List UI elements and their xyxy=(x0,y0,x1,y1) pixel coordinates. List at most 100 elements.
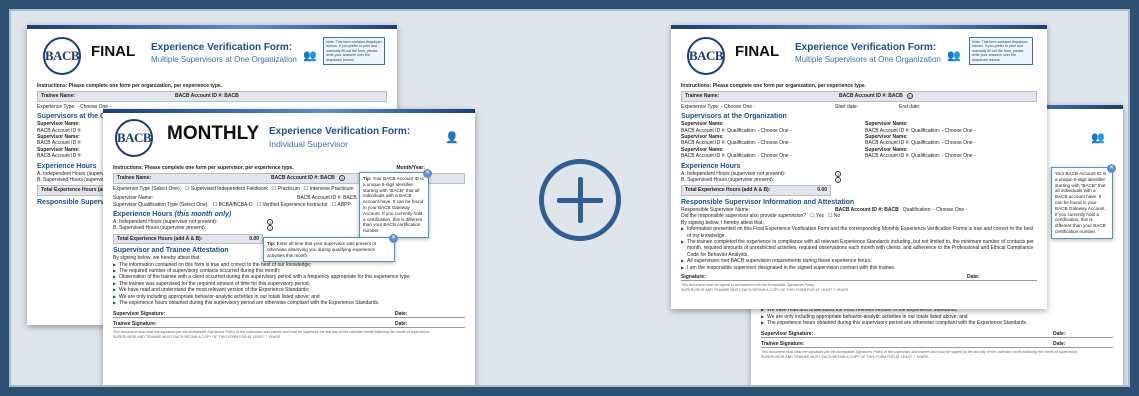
form-title: Experience Verification Form: xyxy=(795,42,937,53)
instructions-row: Instructions: Please complete one form p… xyxy=(113,165,465,171)
attest-item: I am the responsible supervisor designat… xyxy=(681,265,1037,272)
trainee-signature-row: Trainee Signature: Date: xyxy=(761,341,1113,349)
section-attest: Responsible Supervisor Information and A… xyxy=(681,198,855,206)
people-icon: 👤 xyxy=(445,132,459,144)
month-year-label: Month/Year: xyxy=(396,165,425,171)
account-id-tooltip: Your BACB Account ID is a unique 6-digit… xyxy=(1051,164,1116,239)
final-form-front: BACB FINAL Experience Verification Form:… xyxy=(671,25,1047,309)
fine-print: SUPERVISOR AND TRAINEE MUST EACH RETAIN … xyxy=(761,354,930,359)
checkbox-no[interactable]: ☐ No xyxy=(828,213,840,219)
start-date[interactable]: Start date: xyxy=(835,104,895,110)
monthly-form-front: BACB MONTHLY Experience Verification For… xyxy=(103,109,475,385)
account-id-tooltip: Tip: Your BACB Account ID is a unique 6-… xyxy=(359,169,432,238)
experience-type[interactable]: Experience Type: - Choose One - xyxy=(681,104,831,110)
header-bar xyxy=(671,25,1047,29)
bacb-logo: BACB xyxy=(43,37,81,75)
trainee-signature-label: Trainee Signature: xyxy=(113,320,157,327)
final-body: Instructions: Please complete one form p… xyxy=(681,83,1037,292)
trainee-name-label: Trainee Name: xyxy=(685,93,720,100)
attest-item: The trainee completed the experience in … xyxy=(681,239,1037,258)
qualification-select[interactable]: Qualification: - Choose One - xyxy=(727,140,791,146)
qualification-select[interactable]: Qualification: - Choose One - xyxy=(727,128,791,134)
people-icon: 👥 xyxy=(303,50,317,62)
checkbox-vei[interactable]: ☐ Verified Experience Instructor xyxy=(257,202,328,208)
form-subtitle: Multiple Supervisors at One Organization xyxy=(151,55,297,64)
info-icon[interactable]: ? xyxy=(906,93,913,100)
checkbox-practicum[interactable]: ☐ Practicum xyxy=(272,186,300,192)
checkbox-intensive[interactable]: ☐ Intensive Practicum xyxy=(304,186,354,192)
supervisor-signature-row: Supervisor Signature: Date: xyxy=(113,311,465,318)
account-id-label: BACB Account ID #: BACB xyxy=(175,93,239,100)
form-kind: MONTHLY xyxy=(167,123,260,144)
supervisor-pair: Supervisor Name: BACB Account ID #: Quali… xyxy=(681,146,976,160)
checkbox-fieldwork[interactable]: ☐ Supervised Independent Fieldwork xyxy=(185,186,268,192)
end-date[interactable]: End date: xyxy=(899,104,920,110)
qualification-select[interactable]: Qualification: - Choose One - xyxy=(911,128,975,134)
header-bar xyxy=(27,25,397,29)
supervisor-pair: Supervisor Name: BACB Account ID #: Quali… xyxy=(681,121,976,134)
supervisor-signature-label: Supervisor Signature: xyxy=(113,310,166,317)
total-hours-value: 0.00 xyxy=(249,235,259,242)
form-title: Experience Verification Form: xyxy=(151,42,293,53)
dropdown-note: Note: This form contains dropdown menus.… xyxy=(969,37,1033,66)
trainee-name-label: Trainee Name: xyxy=(41,93,76,100)
section-hours: Experience Hours xyxy=(681,162,741,170)
signature-row: Signature: Date: xyxy=(681,274,1037,282)
instructions: Instructions: Please complete one form p… xyxy=(37,83,223,89)
slide-frame: BACB FINAL Experience Verification Form:… xyxy=(9,9,1130,387)
qualification-select[interactable]: Qualification: - Choose One - xyxy=(903,207,967,213)
header-bar xyxy=(103,109,475,113)
close-icon[interactable]: ✕ xyxy=(389,234,398,243)
close-icon[interactable]: ✕ xyxy=(1107,164,1116,173)
fine-print: SUPERVISOR AND TRAINEE MUST EACH RETAIN … xyxy=(113,334,282,339)
info-icon[interactable]: ? xyxy=(338,175,345,182)
trainee-row: Trainee Name: BACB Account ID #: BACB xyxy=(37,91,387,102)
checkbox-yes[interactable]: ☐ Yes xyxy=(810,213,824,219)
form-subtitle: Individual Supervisor xyxy=(269,139,348,149)
attest-item: Information presented on this Final Expe… xyxy=(681,226,1037,239)
hours-b-row: B. Supervised Hours (supervisor present)… xyxy=(681,177,841,184)
qualification-select[interactable]: Qualification: - Choose One - xyxy=(911,153,975,159)
plus-circle-icon xyxy=(539,159,621,241)
slide: BACB FINAL Experience Verification Form:… xyxy=(0,0,1139,396)
trainee-row: Trainee Name: BACB Account ID #: BACB ? xyxy=(681,91,1037,102)
info-icon[interactable]: ? xyxy=(835,177,841,184)
attest-item: The experience hours obtained during thi… xyxy=(113,300,465,307)
experience-type-label: Experience Type (Select One): xyxy=(113,185,181,192)
checkbox-bcba[interactable]: ☐ BCBA/BCBA-D xyxy=(213,202,253,208)
trainee-signature-row: Trainee Signature: Date: xyxy=(113,320,465,329)
section-supervisors: Supervisors at the Organization xyxy=(681,113,787,121)
bacb-logo: BACB xyxy=(687,37,725,75)
type-row: Experience Type: - Choose One - Start da… xyxy=(681,104,1037,110)
hours-tooltip: Tip: Enter all time that your supervisor… xyxy=(263,234,398,263)
qualification-label: Supervisor Qualification Type (Select On… xyxy=(113,201,209,208)
qualification-select[interactable]: Qualification: - Choose One - xyxy=(727,153,791,159)
date-label: Date: xyxy=(395,310,408,317)
people-icon: 👥 xyxy=(1091,132,1105,144)
form-kind: FINAL xyxy=(91,43,136,60)
supervisor-pair: Supervisor Name: BACB Account ID #: Quali… xyxy=(681,134,976,147)
info-icon[interactable]: ? xyxy=(267,225,273,232)
total-hours: Total Experience Hours (add A & B): 0.00 xyxy=(681,185,831,196)
instructions: Instructions: Please complete one form p… xyxy=(681,83,867,89)
form-title: Experience Verification Form: xyxy=(269,126,411,137)
checkbox-abpp[interactable]: ☐ ABPP xyxy=(332,202,351,208)
monthly-back-body: The trainee was supervised for the requi… xyxy=(761,301,1113,359)
close-icon[interactable]: ✕ xyxy=(423,169,432,178)
date-label: Date: xyxy=(395,320,408,327)
fine-print: SUPERVISOR AND TRAINEE MUST EACH RETAIN … xyxy=(681,287,850,292)
qualification-select[interactable]: Qualification: - Choose One - xyxy=(911,140,975,146)
bacb-logo: BACB xyxy=(115,119,153,157)
dropdown-note: Note: This form contains dropdown menus.… xyxy=(323,37,385,66)
people-icon: 👥 xyxy=(947,50,961,62)
instructions: Instructions: Please complete one form p… xyxy=(113,165,294,171)
total-hours: Total Experience Hours (add A & B): 0.00 xyxy=(113,233,263,245)
info-icon[interactable]: ? xyxy=(835,170,841,177)
form-kind: FINAL xyxy=(735,43,780,60)
supervisor-signature-row: Supervisor Signature: Date: xyxy=(761,331,1113,339)
account-id-label: BACB Account ID #: BACB xyxy=(271,175,335,182)
account-id-label: BACB Account ID #: BACB xyxy=(839,93,903,100)
info-icon[interactable]: ? xyxy=(267,219,273,226)
form-subtitle: Multiple Supervisors at One Organization xyxy=(795,55,941,64)
attest-item: The experience hours obtained during thi… xyxy=(761,320,1113,327)
